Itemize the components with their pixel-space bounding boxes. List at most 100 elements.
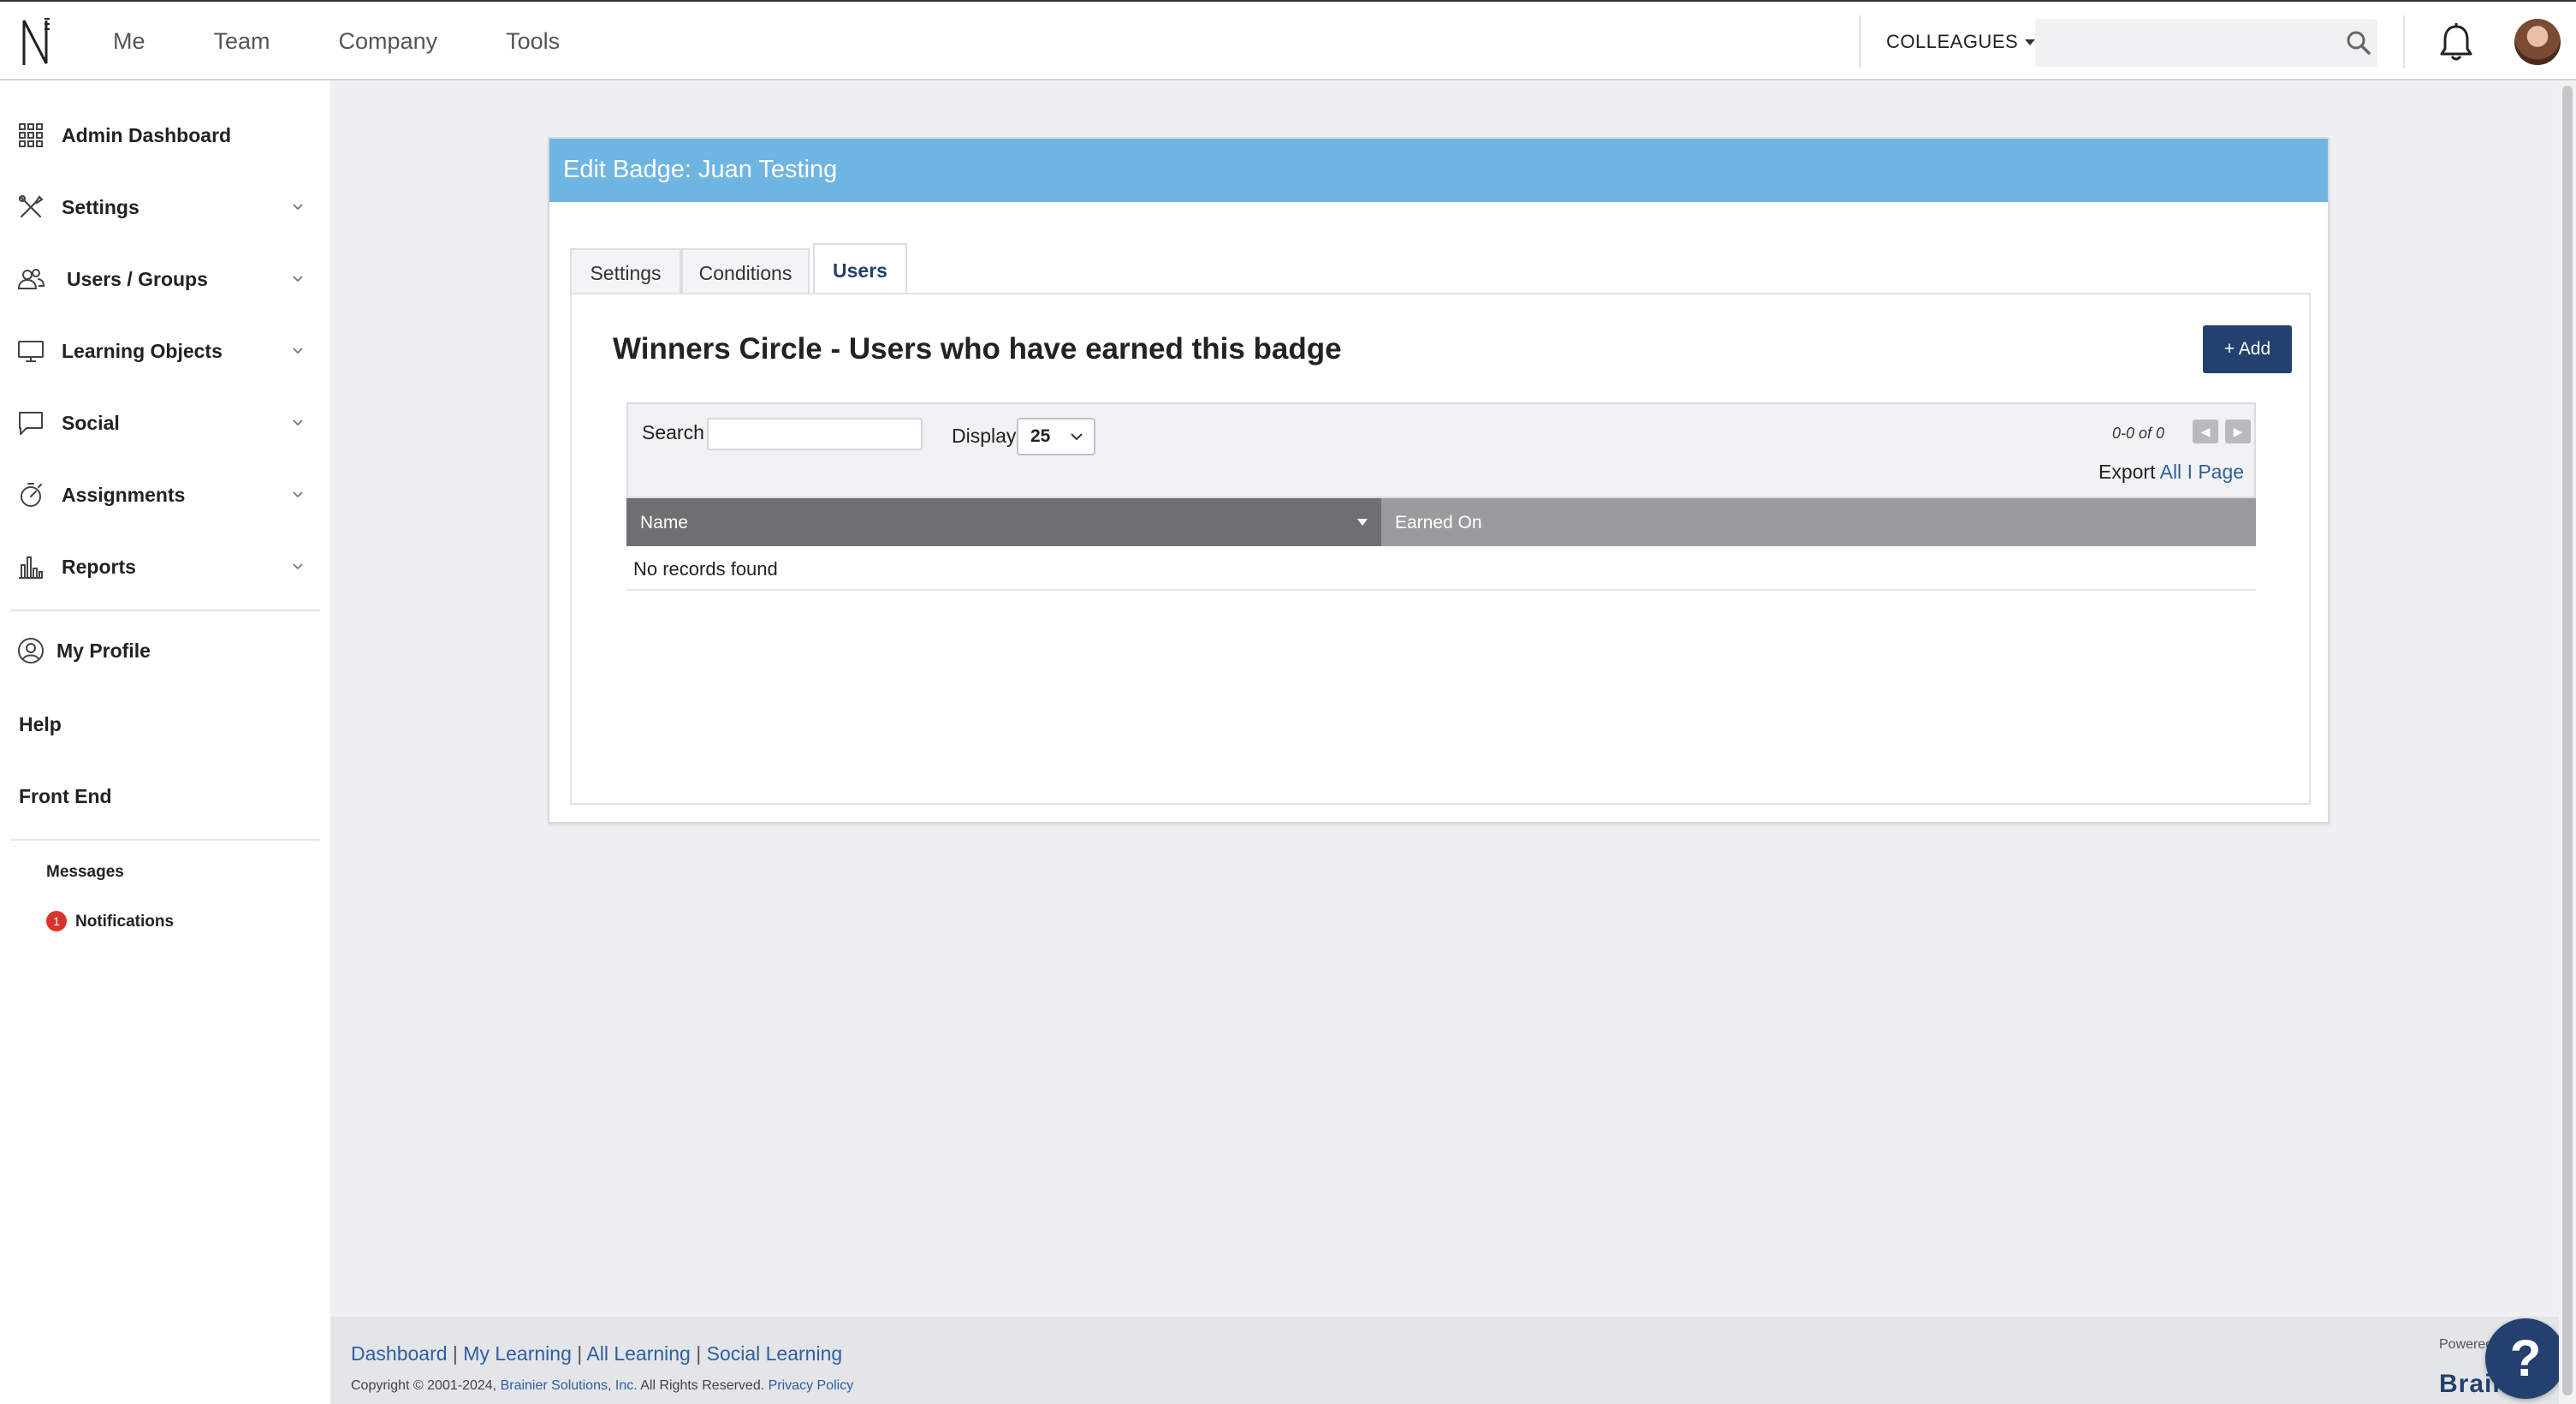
user-circle-icon [18,638,44,663]
chat-bubble-icon [19,412,43,435]
search-icon[interactable] [2345,29,2372,57]
prev-page-icon[interactable]: ◀ [2193,419,2218,443]
tab-settings[interactable]: Settings [570,248,681,296]
sidebar-link-messages[interactable]: Messages [46,863,124,882]
sidebar-item-label: Help [19,712,62,735]
sidebar-item-label: Learning Objects [62,339,223,362]
chevron-down-icon [1071,433,1083,441]
brand-logo-icon[interactable] [19,15,53,68]
chevron-down-icon [293,491,303,498]
top-bar: Me Team Company Tools COLLEAGUES [0,0,2576,80]
rights-text: All Rights Reserved. [640,1378,765,1393]
column-header-name[interactable]: Name [626,498,1381,546]
privacy-policy-link[interactable]: Privacy Policy [769,1378,854,1393]
users-tab-panel: Winners Circle - Users who have earned t… [570,293,2311,805]
sidebar-link-notifications[interactable]: Notifications [75,913,174,931]
colleagues-label: COLLEAGUES [1886,31,2019,52]
column-header-label: Earned On [1395,513,1482,532]
sort-desc-icon [1357,519,1368,526]
company-link[interactable]: Brainier Solutions, Inc. [501,1378,638,1393]
admin-sidebar: Admin Dashboard Settings Users / Groups [0,80,330,1404]
tab-conditions[interactable]: Conditions [681,248,810,296]
bar-chart-icon [19,556,43,579]
sidebar-item-help[interactable]: Help [0,699,322,750]
export-label: Export [2098,461,2156,483]
nav-team[interactable]: Team [214,28,270,55]
monitor-icon [18,341,44,362]
sidebar-item-reports[interactable]: Reports [0,541,322,592]
footer-link-all-learning[interactable]: All Learning [586,1342,690,1365]
notification-count-badge: 1 [46,911,67,931]
display-count-value: 25 [1030,426,1051,446]
export-separator: I [2187,461,2193,483]
footer-link-social-learning[interactable]: Social Learning [707,1342,843,1365]
sidebar-item-label: Front End [19,784,112,807]
caret-down-icon [2025,39,2036,45]
sidebar-item-label: Assignments [62,483,186,506]
sidebar-item-label: Admin Dashboard [62,123,232,146]
display-count-select[interactable]: 25 [1017,418,1095,455]
empty-state-text: No records found [633,558,778,580]
export-links: Export All I Page [2098,461,2244,484]
sidebar-item-label: My Profile [56,639,151,662]
stopwatch-icon [21,483,42,507]
sidebar-divider [10,839,320,841]
grid-search-input[interactable] [707,418,923,450]
user-avatar[interactable] [2514,19,2561,65]
top-nav: Me Team Company Tools [113,2,628,80]
help-question-icon[interactable]: ? [2485,1318,2566,1399]
table-row: No records found [626,546,2256,591]
bell-icon[interactable] [2437,22,2475,63]
chevron-down-icon [293,348,303,354]
sidebar-divider [10,610,320,611]
tab-users[interactable]: Users [813,243,907,296]
next-page-icon[interactable]: ▶ [2225,419,2251,443]
grid-icon [19,123,43,147]
column-header-label: Name [640,513,689,532]
chevron-down-icon [293,419,303,426]
nav-me[interactable]: Me [113,28,145,55]
add-user-button[interactable]: + Add [2203,325,2292,373]
footer-links: Dashboard | My Learning | All Learning |… [351,1342,843,1365]
search-label: Search [642,421,704,443]
page-footer: Dashboard | My Learning | All Learning |… [330,1317,2564,1404]
nav-tools[interactable]: Tools [506,28,560,55]
footer-link-my-learning[interactable]: My Learning [463,1342,572,1365]
divider [1859,15,1861,68]
chevron-down-icon [293,563,303,570]
copyright-text: Copyright © 2001-2024, Brainier Solution… [351,1378,853,1394]
sidebar-item-assignments[interactable]: Assignments [0,469,322,521]
sidebar-item-label: Users / Groups [67,267,208,290]
copyright-prefix: Copyright © 2001-2024, [351,1378,497,1393]
panel-title: Winners Circle - Users who have earned t… [613,332,1342,366]
grid-toolbar: Search Display 25 0-0 of 0 ◀ ▶ Export Al… [626,402,2256,498]
display-label: Display [952,425,1017,447]
page-title: Edit Badge: Juan Testing [563,156,838,183]
sidebar-item-label: Settings [62,195,139,218]
chevron-down-icon [293,204,303,211]
divider [2403,15,2405,68]
earned-users-grid: Search Display 25 0-0 of 0 ◀ ▶ Export Al… [626,402,2256,599]
sidebar-item-social[interactable]: Social [0,397,322,449]
sidebar-item-admin-dashboard[interactable]: Admin Dashboard [0,110,322,161]
scrollbar-thumb[interactable] [2562,86,2573,1395]
global-search-input[interactable] [2035,19,2377,67]
column-header-earned-on[interactable]: Earned On [1381,498,2256,546]
tools-icon [18,194,44,218]
sidebar-item-front-end[interactable]: Front End [0,770,322,822]
sidebar-item-users-groups[interactable]: Users / Groups [0,253,322,305]
chevron-down-icon [293,276,303,283]
nav-company[interactable]: Company [339,28,438,55]
sidebar-item-label: Reports [62,555,136,578]
export-page-link[interactable]: Page [2198,461,2244,483]
export-all-link[interactable]: All [2160,461,2182,483]
edit-badge-card: Edit Badge: Juan Testing Settings Condit… [548,137,2330,824]
footer-link-dashboard[interactable]: Dashboard [351,1342,448,1365]
users-icon [17,269,45,289]
sidebar-item-my-profile[interactable]: My Profile [0,625,322,676]
sidebar-item-settings[interactable]: Settings [0,181,322,233]
powered-by-text: Powered [2439,1337,2494,1352]
table-header: Name Earned On [626,498,2256,546]
colleagues-dropdown[interactable]: COLLEAGUES [1886,31,2036,53]
sidebar-item-learning-objects[interactable]: Learning Objects [0,325,322,377]
